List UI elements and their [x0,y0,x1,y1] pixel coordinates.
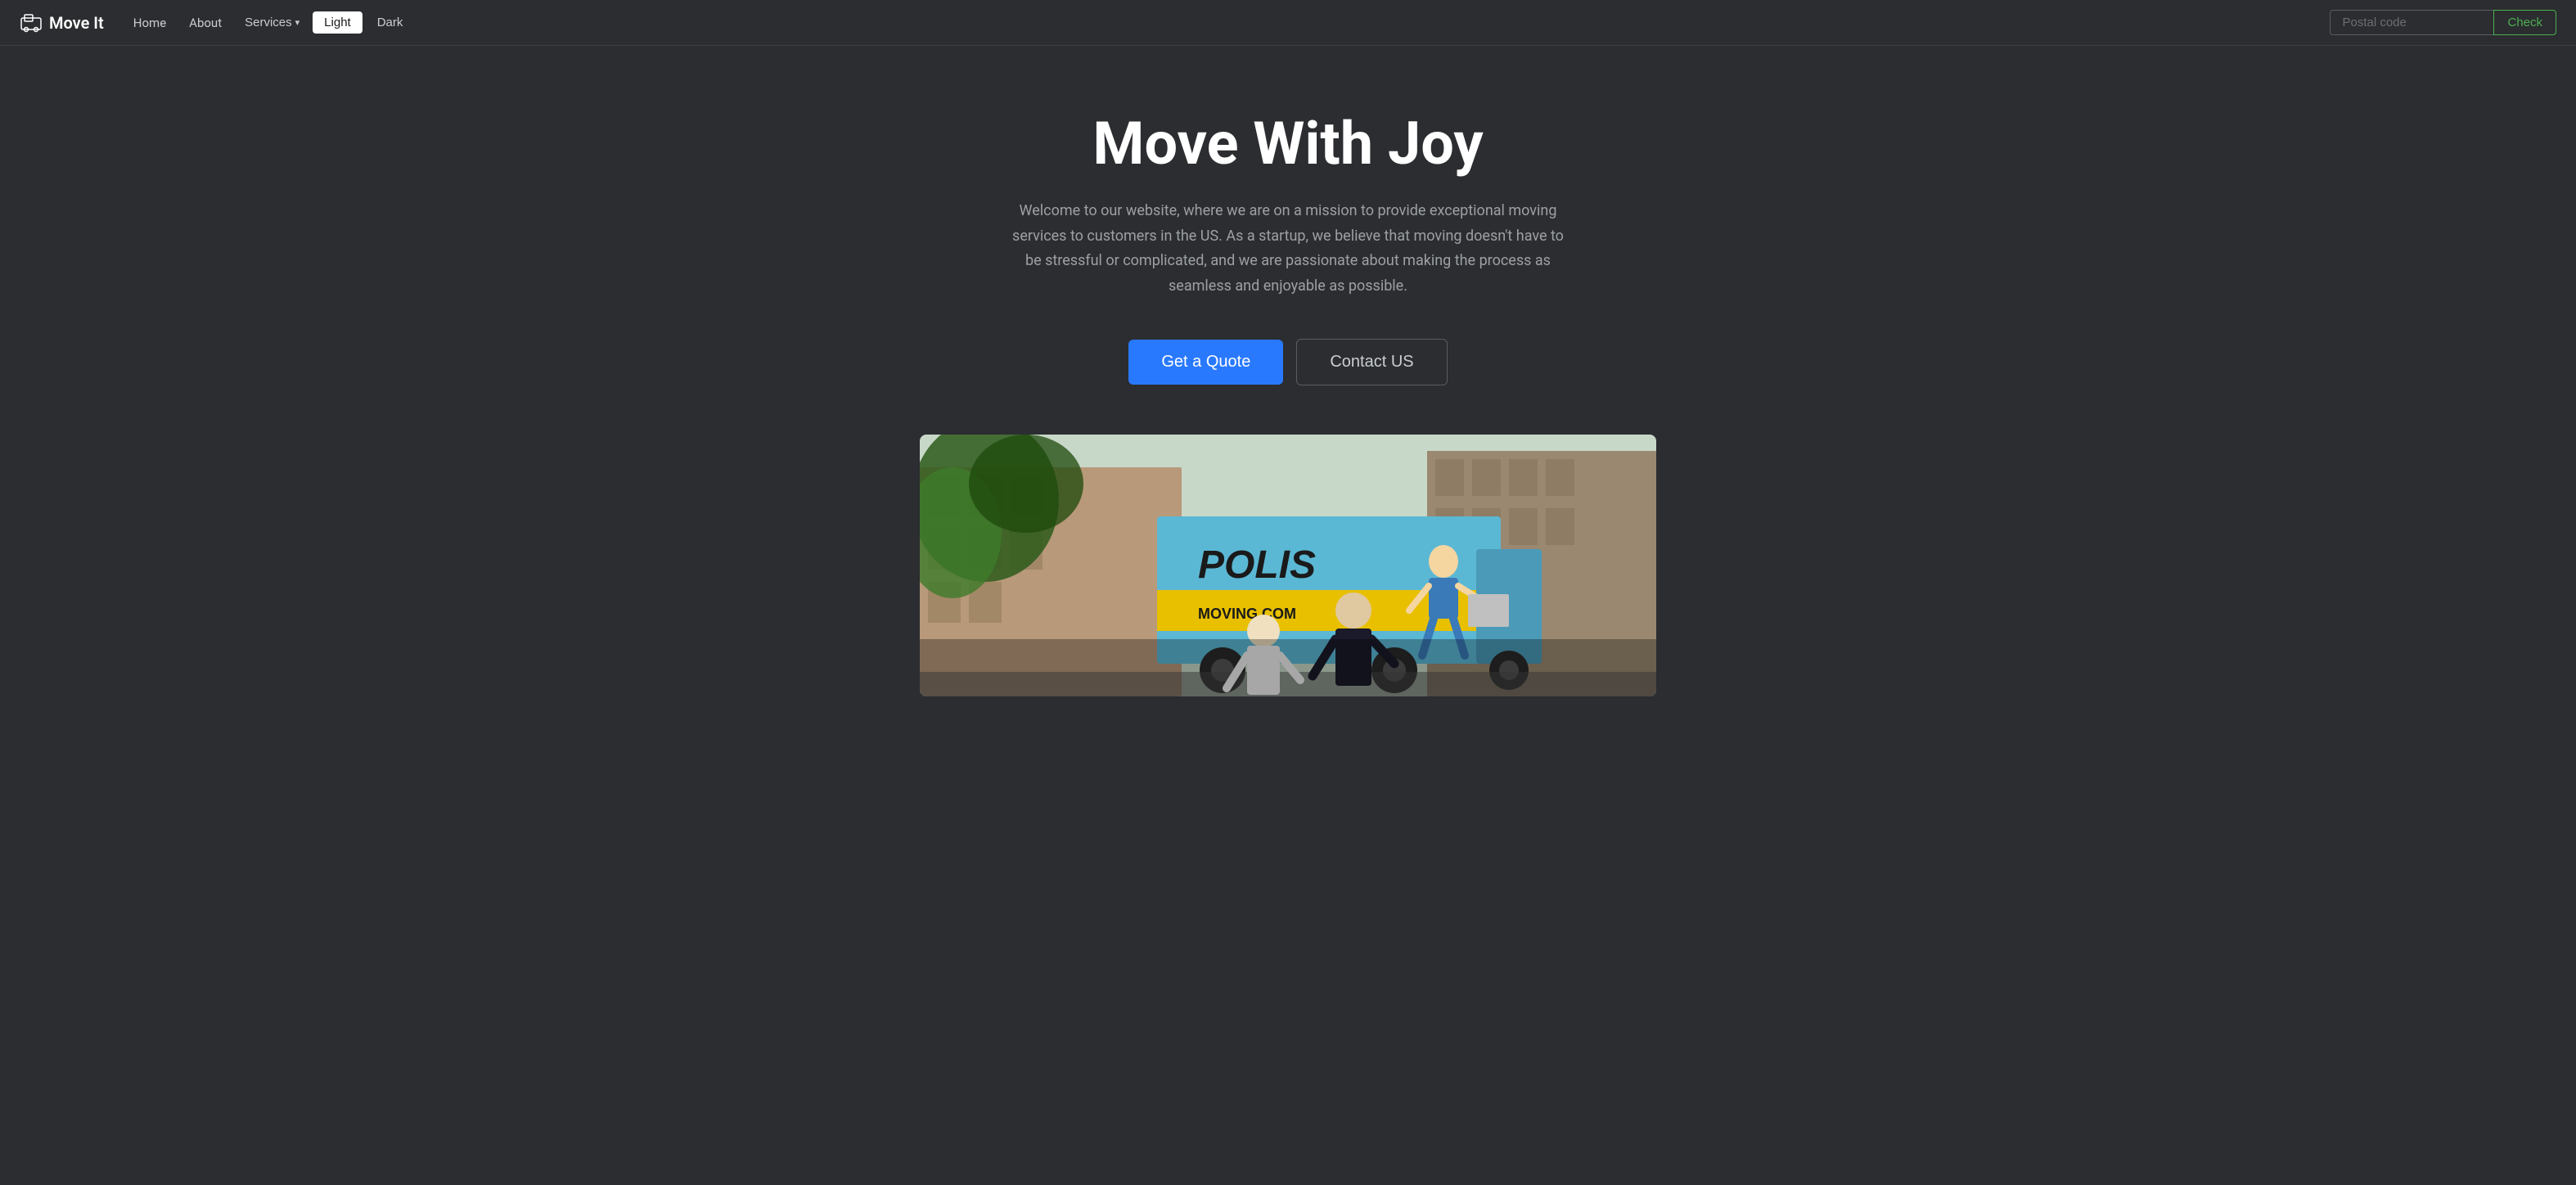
light-mode-button[interactable]: Light [313,11,363,34]
nav-services[interactable]: Services ▾ [235,11,309,34]
nav-links: Home About Services ▾ Light Dark [124,11,2331,35]
move-it-icon [20,11,43,34]
check-button[interactable]: Check [2493,10,2556,35]
nav-home[interactable]: Home [124,11,176,35]
nav-about[interactable]: About [179,11,232,35]
navbar: Move It Home About Services ▾ Light Dark… [0,0,2576,46]
brand-logo[interactable]: Move It [20,11,104,34]
main-content: Move With Joy Welcome to our website, wh… [0,0,2576,729]
navbar-right: Check [2330,10,2556,35]
hero-title: Move With Joy [1092,111,1483,176]
svg-text:POLIS: POLIS [1198,543,1316,587]
hero-buttons: Get a Quote Contact US [1128,339,1447,385]
hero-image: POLIS MOVING.COM [920,435,1656,696]
get-quote-button[interactable]: Get a Quote [1128,340,1283,385]
services-chevron-icon: ▾ [295,17,300,28]
svg-text:MOVING.COM: MOVING.COM [1198,606,1296,622]
contact-us-button[interactable]: Contact US [1296,339,1447,385]
moving-scene-svg: POLIS MOVING.COM [920,435,1656,696]
dark-mode-button[interactable]: Dark [366,11,415,34]
brand-name: Move It [49,13,104,33]
postal-code-input[interactable] [2330,10,2493,35]
hero-description: Welcome to our website, where we are on … [1010,199,1566,299]
hero-image-section: POLIS MOVING.COM [0,435,2576,729]
hero-section: Move With Joy Welcome to our website, wh… [920,46,1656,435]
